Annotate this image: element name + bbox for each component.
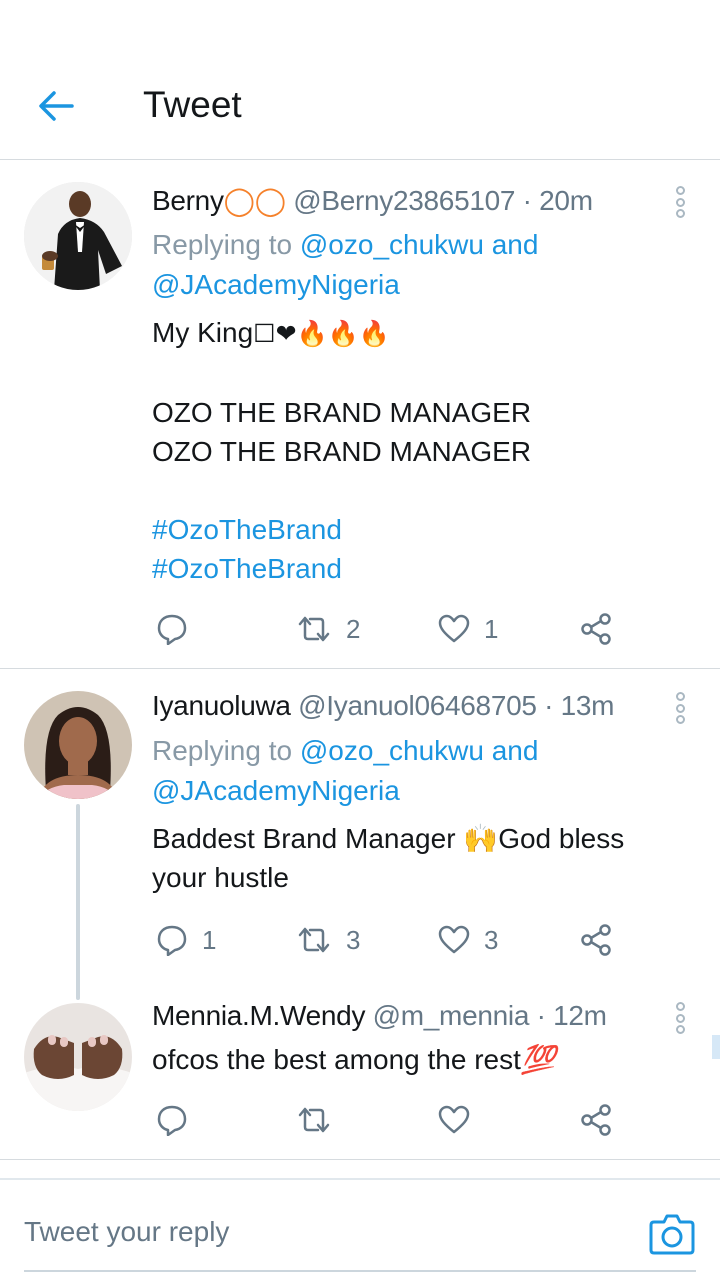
mention-conjunction: and: [483, 735, 539, 766]
mention-conjunction: and: [483, 229, 539, 260]
display-name[interactable]: Berny: [152, 185, 224, 216]
mention-link[interactable]: @ozo_chukwu: [300, 229, 484, 260]
heart-icon: [438, 614, 470, 643]
reply-icon: [157, 614, 187, 645]
replying-to: Replying to @ozo_chukwu and @JAcademyNig…: [152, 731, 672, 811]
avatar-woman-portrait: [24, 691, 132, 799]
tweet-2[interactable]: Iyanuoluwa @Iyanuol06468705 · 13m Replyi…: [0, 669, 720, 979]
tweet-text-line: OZO THE BRAND MANAGER: [152, 436, 532, 467]
tweet-actions: [152, 1100, 632, 1140]
retweet-button[interactable]: [296, 1100, 346, 1140]
camera-icon: [649, 1214, 695, 1255]
arrow-left-icon: [39, 91, 74, 121]
tweet-text-line: My King: [152, 317, 254, 348]
like-button[interactable]: 3: [438, 920, 498, 960]
tweet-text: My King☐❤🔥🔥🔥 OZO THE BRAND MANAGER OZO T…: [152, 313, 682, 588]
divider: [0, 1159, 720, 1160]
share-button[interactable]: [580, 609, 612, 649]
tweet-1[interactable]: Berny◯◯ @Berny23865107 · 20m Replying to…: [0, 160, 720, 668]
more-options-icon[interactable]: [668, 184, 692, 220]
tweet-header: Mennia.M.Wendy @m_mennia · 12m: [152, 1000, 660, 1032]
mention-link[interactable]: @JAcademyNigeria: [152, 269, 400, 300]
like-button[interactable]: [438, 1100, 484, 1140]
tweet-text: Baddest Brand Manager 🙌God bless your hu…: [152, 819, 682, 897]
user-handle[interactable]: @Berny23865107: [293, 185, 515, 216]
hashtag-link[interactable]: #OzoTheBrand: [152, 510, 682, 549]
replying-to: Replying to @ozo_chukwu and @JAcademyNig…: [152, 225, 672, 305]
timestamp: · 12m: [536, 1000, 607, 1031]
display-name[interactable]: Mennia.M.Wendy: [152, 1000, 365, 1031]
share-button[interactable]: [580, 1100, 612, 1140]
retweet-button[interactable]: 3: [296, 920, 360, 960]
retweet-icon: [298, 927, 330, 953]
retweet-count: 3: [346, 924, 361, 955]
timestamp: · 13m: [544, 690, 615, 721]
heart-icon: [438, 1105, 470, 1134]
mention-link[interactable]: @ozo_chukwu: [300, 735, 484, 766]
heart-icon: [438, 925, 470, 954]
emoji: 🙌: [463, 823, 499, 854]
reply-count: 1: [202, 924, 217, 955]
tweet-3[interactable]: Mennia.M.Wendy @m_mennia · 12m ofcos the…: [0, 979, 720, 1159]
like-count: 3: [484, 924, 499, 955]
back-button[interactable]: [30, 82, 82, 130]
avatar-man-in-tuxedo: [24, 182, 132, 290]
emoji: ☐❤🔥🔥🔥: [253, 320, 390, 348]
like-count: 1: [484, 613, 499, 644]
replying-to-label: Replying to: [152, 735, 300, 766]
share-icon: [581, 613, 611, 645]
user-handle[interactable]: @m_mennia: [373, 1000, 530, 1031]
emoji: 💯: [520, 1044, 556, 1075]
like-button[interactable]: 1: [438, 609, 498, 649]
top-app-bar: Tweet: [0, 0, 720, 160]
avatar-hands-photo: [24, 1003, 132, 1111]
retweet-button[interactable]: 2: [296, 609, 360, 649]
name-emoji: ◯◯: [223, 185, 286, 216]
replying-to-label: Replying to: [152, 229, 300, 260]
reply-button[interactable]: [156, 609, 202, 649]
reply-button[interactable]: [156, 1100, 202, 1140]
camera-button[interactable]: [648, 1212, 696, 1256]
tweet-actions: 2 1: [152, 609, 632, 649]
tweet-text-line: Baddest Brand Manager: [152, 823, 464, 854]
avatar[interactable]: [24, 691, 132, 799]
tweet-header: Berny◯◯ @Berny23865107 · 20m: [152, 184, 660, 217]
display-name[interactable]: Iyanuoluwa: [152, 690, 291, 721]
share-icon: [581, 1104, 611, 1136]
retweet-count: 2: [346, 613, 361, 644]
more-options-icon[interactable]: [668, 1000, 692, 1036]
timestamp: · 20m: [522, 185, 593, 216]
tweet-text-line: OZO THE BRAND MANAGER: [152, 397, 532, 428]
share-button[interactable]: [580, 920, 612, 960]
tweet-actions: 1 3 3: [152, 920, 632, 960]
retweet-icon: [298, 616, 330, 642]
avatar[interactable]: [24, 1003, 132, 1111]
tweet-header: Iyanuoluwa @Iyanuol06468705 · 13m: [152, 690, 660, 722]
reply-icon: [157, 1105, 187, 1136]
mention-link[interactable]: @JAcademyNigeria: [152, 775, 400, 806]
hashtag-link[interactable]: #OzoTheBrand: [152, 549, 682, 588]
more-options-icon[interactable]: [668, 690, 692, 726]
reply-button[interactable]: 1: [156, 920, 216, 960]
reply-input[interactable]: Tweet your reply: [24, 1216, 229, 1248]
avatar[interactable]: [24, 182, 132, 290]
scrollbar-thumb[interactable]: [712, 1035, 720, 1059]
tweet-text-line: ofcos the best among the rest: [152, 1044, 521, 1075]
share-icon: [581, 924, 611, 956]
input-underline: [24, 1270, 696, 1272]
reply-icon: [157, 925, 187, 956]
user-handle[interactable]: @Iyanuol06468705: [298, 690, 537, 721]
retweet-icon: [298, 1107, 330, 1133]
tweet-text: ofcos the best among the rest💯: [152, 1040, 682, 1079]
page-title: Tweet: [143, 84, 242, 125]
reply-composer: Tweet your reply: [0, 1178, 720, 1280]
